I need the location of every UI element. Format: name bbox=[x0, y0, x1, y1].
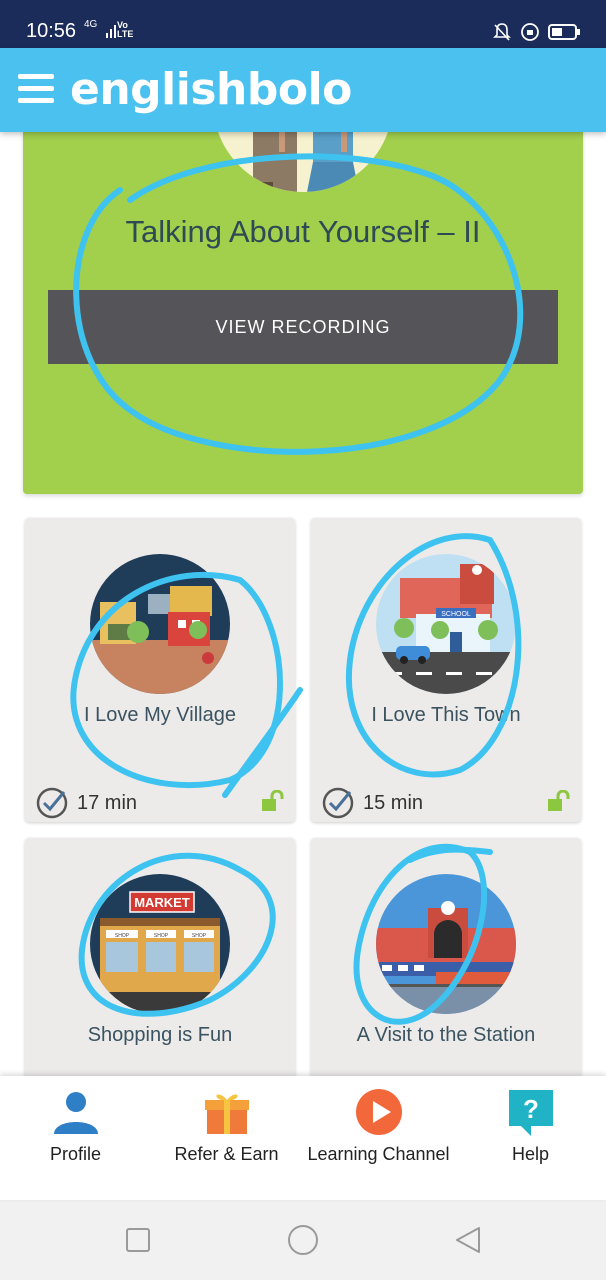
market-thumbnail: MARKET SHOP SHOP SHOP bbox=[90, 874, 230, 1014]
lesson-illustration bbox=[213, 132, 393, 192]
volte-label: Vo LTE bbox=[117, 20, 134, 39]
system-nav-bar bbox=[0, 1200, 606, 1280]
mute-bell-icon bbox=[493, 23, 511, 41]
battery-icon bbox=[548, 24, 580, 40]
lesson-list[interactable]: Talking About Yourself – II VIEW RECORDI… bbox=[0, 132, 606, 1076]
svg-text:?: ? bbox=[523, 1094, 539, 1124]
lesson-title: A Visit to the Station bbox=[356, 1024, 536, 1046]
app-header: englishbolo bbox=[0, 48, 606, 132]
lesson-duration: 15 min bbox=[363, 791, 424, 814]
lesson-card[interactable]: A Visit to the Station bbox=[311, 838, 581, 1076]
lesson-title: Shopping is Fun bbox=[87, 1024, 233, 1046]
lesson-meta: 17 min bbox=[35, 786, 137, 820]
shop-sign: SHOP bbox=[115, 933, 130, 939]
unlock-icon bbox=[548, 790, 570, 811]
village-thumbnail bbox=[90, 554, 230, 694]
app-logo: englishbolo bbox=[70, 64, 352, 115]
hero-lesson-title: Talking About Yourself – II bbox=[125, 214, 481, 249]
lesson-card[interactable]: SCHOOL I Love This Town 15 min bbox=[311, 518, 581, 822]
market-sign: MARKET bbox=[134, 895, 190, 910]
home-icon[interactable] bbox=[287, 1224, 319, 1256]
status-bar: 10:56 4G Vo LTE bbox=[0, 0, 606, 48]
nav-label: Help bbox=[511, 1144, 550, 1164]
lesson-duration: 17 min bbox=[77, 791, 138, 814]
gift-icon bbox=[204, 1094, 249, 1134]
status-time: 10:56 bbox=[26, 20, 77, 42]
menu-icon[interactable] bbox=[18, 74, 54, 106]
lesson-card[interactable]: I Love My Village 17 min bbox=[25, 518, 295, 822]
nav-label: Profile bbox=[49, 1144, 102, 1164]
back-icon[interactable] bbox=[453, 1225, 483, 1255]
data-saver-icon bbox=[521, 23, 539, 41]
signal-icon bbox=[106, 25, 116, 38]
recents-icon[interactable] bbox=[125, 1227, 151, 1253]
nav-learning-channel[interactable]: Learning Channel bbox=[303, 1076, 454, 1200]
shop-sign: SHOP bbox=[154, 933, 169, 939]
hero-lesson-card: Talking About Yourself – II VIEW RECORDI… bbox=[23, 132, 583, 494]
lesson-meta: 15 min bbox=[321, 786, 423, 820]
profile-icon bbox=[53, 1092, 98, 1134]
network-type: 4G bbox=[84, 19, 98, 30]
lesson-title: I Love My Village bbox=[84, 704, 236, 726]
unlock-icon bbox=[262, 790, 284, 811]
nav-label: Refer & Earn bbox=[174, 1144, 279, 1164]
completed-check-icon bbox=[322, 787, 354, 819]
town-thumbnail: SCHOOL bbox=[376, 554, 516, 694]
nav-refer-earn[interactable]: Refer & Earn bbox=[151, 1076, 302, 1200]
shop-sign: SHOP bbox=[192, 933, 207, 939]
school-sign: SCHOOL bbox=[441, 611, 471, 618]
help-icon: ? bbox=[508, 1090, 553, 1136]
station-thumbnail bbox=[376, 874, 516, 1014]
nav-label: Learning Channel bbox=[307, 1144, 450, 1164]
nav-help[interactable]: ? Help bbox=[455, 1076, 606, 1200]
play-icon bbox=[355, 1089, 402, 1135]
lesson-card[interactable]: MARKET SHOP SHOP SHOP Shopping is Fun bbox=[25, 838, 295, 1076]
lesson-title: I Love This Town bbox=[371, 704, 521, 726]
nav-profile[interactable]: Profile bbox=[0, 1076, 151, 1200]
completed-check-icon bbox=[36, 787, 68, 819]
view-recording-button[interactable]: VIEW RECORDING bbox=[48, 290, 558, 364]
bottom-navigation: Profile Refer & Earn Learning Channel ? … bbox=[0, 1076, 606, 1200]
